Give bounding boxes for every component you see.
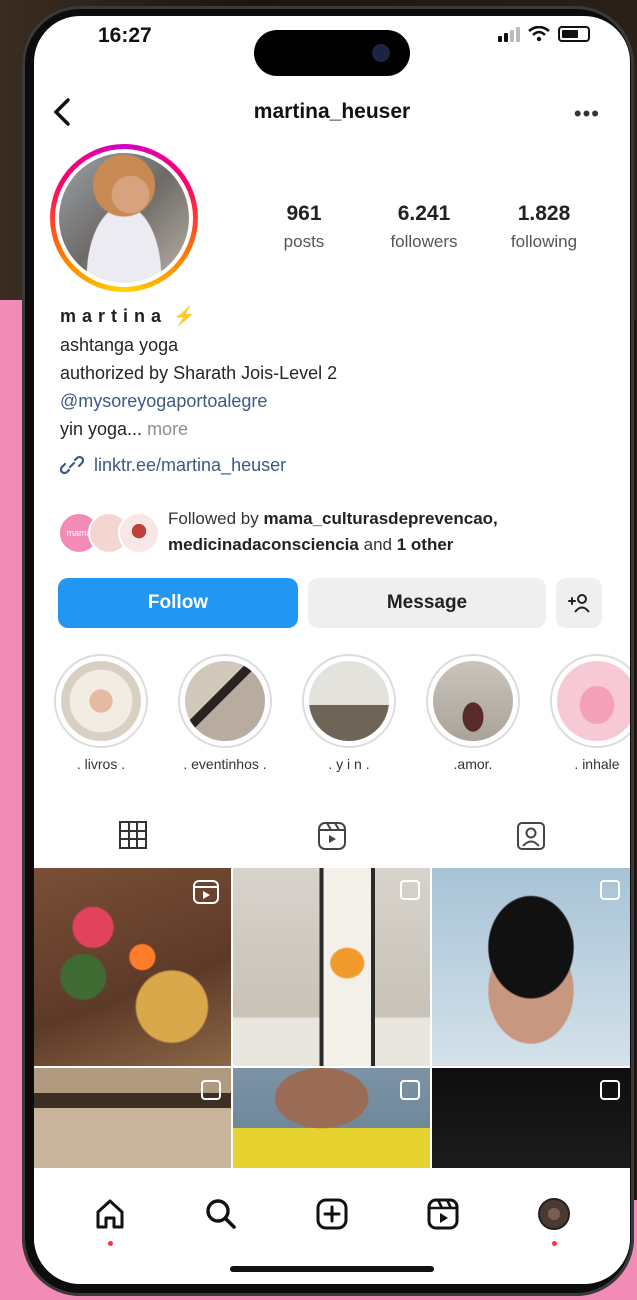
highlight-label: .amor. [453, 756, 493, 772]
home-icon [96, 1199, 124, 1229]
avatar-photo [59, 153, 189, 283]
follow-button[interactable]: Follow [58, 578, 298, 628]
highlight-livros[interactable]: . livros . [54, 654, 148, 772]
post-thumbnail[interactable] [233, 1068, 430, 1168]
post-thumbnail[interactable] [432, 1068, 630, 1168]
status-icons [498, 26, 590, 42]
highlight-cover [557, 661, 630, 741]
stat-label: followers [390, 232, 458, 251]
post-thumbnail[interactable] [34, 868, 231, 1066]
profile-icon [538, 1198, 571, 1230]
followed-user: mama_culturasdeprevencao, [263, 509, 498, 528]
message-button[interactable]: Message [308, 578, 546, 628]
highlight-cover [433, 661, 513, 741]
nav-search[interactable] [199, 1192, 243, 1236]
suggest-people-button[interactable] [556, 578, 602, 628]
followed-by-text: Followed by mama_culturasdeprevencao, me… [168, 506, 618, 558]
profile-username: martina_heuser [253, 100, 411, 123]
add-person-icon [568, 594, 590, 613]
display-name-text: martina [60, 306, 168, 326]
tab-posts[interactable] [34, 806, 233, 866]
battery-icon [558, 26, 590, 42]
phone-screen: 16:27 martina_heuser ••• 961 posts 6.241… [34, 16, 630, 1284]
carousel-badge-icon [201, 1080, 221, 1100]
carousel-badge-icon [400, 1080, 420, 1100]
highlight-amor[interactable]: .amor. [426, 654, 520, 772]
notification-dot [552, 1241, 558, 1246]
dynamic-island [254, 30, 410, 76]
bio-mention-link[interactable]: @mysoreyogaportoalegre [60, 391, 620, 411]
stat-following[interactable]: 1.828 following [484, 202, 604, 252]
status-time: 16:27 [98, 24, 152, 47]
nav-profile[interactable] [532, 1192, 576, 1246]
stat-label: following [510, 232, 578, 251]
notification-dot [107, 1241, 113, 1246]
profile-actions: Follow Message [58, 578, 602, 628]
highlight-cover [309, 661, 389, 741]
signal-icon [498, 27, 520, 42]
follower-avatar [118, 512, 160, 554]
nav-home[interactable] [88, 1192, 132, 1246]
carousel-badge-icon [600, 1080, 620, 1100]
carousel-badge-icon [600, 880, 620, 900]
link-icon [60, 455, 84, 475]
carousel-badge-icon [400, 880, 420, 900]
profile-tabs [34, 806, 630, 866]
stat-label: posts [283, 232, 325, 251]
highlight-eventinhos[interactable]: . eventinhos . [178, 654, 272, 772]
camera-icon [372, 44, 390, 62]
stat-value: 961 [286, 202, 322, 225]
stat-posts[interactable]: 961 posts [244, 202, 364, 252]
search-icon [206, 1199, 236, 1229]
reels-icon [318, 822, 346, 850]
followed-by[interactable]: mama Followed by mama_culturasdeprevenca… [58, 506, 618, 560]
highlight-cover [61, 661, 141, 741]
highlight-yin[interactable]: . y i n . [302, 654, 396, 772]
story-highlights: . livros . . eventinhos . . y i n . .amo… [54, 654, 630, 772]
link-text: linktr.ee/martina_heuser [94, 454, 287, 475]
bottom-navigation [34, 1168, 630, 1284]
highlight-label: . inhale [574, 756, 620, 772]
post-thumbnail[interactable] [233, 868, 430, 1066]
tab-tagged[interactable] [431, 806, 630, 866]
lightning-icon: ⚡ [173, 306, 196, 326]
highlight-label: . eventinhos . [183, 756, 267, 772]
home-indicator [230, 1266, 434, 1272]
tagged-icon [516, 822, 545, 850]
bio-line: authorized by Sharath Jois-Level 2 [60, 363, 338, 383]
create-icon [316, 1198, 348, 1230]
bio-line-truncated: yin yoga... more [60, 419, 620, 439]
highlight-cover [185, 661, 265, 741]
profile-avatar[interactable] [50, 144, 198, 292]
stat-followers[interactable]: 6.241 followers [364, 202, 484, 252]
followed-prefix: Followed by [168, 509, 259, 528]
post-thumbnail[interactable] [34, 1068, 231, 1168]
bio-more-link[interactable]: more [147, 419, 188, 439]
stat-value: 6.241 [397, 202, 451, 225]
external-link[interactable]: linktr.ee/martina_heuser [60, 453, 620, 477]
posts-grid [34, 868, 630, 1168]
bio-line: ashtanga yoga [60, 335, 179, 355]
followed-and: and [363, 535, 392, 554]
more-options-icon[interactable]: ••• [574, 103, 600, 125]
nav-create[interactable] [310, 1192, 354, 1236]
wifi-icon [528, 26, 550, 42]
profile-bio: martina ⚡ ashtanga yoga authorized by Sh… [60, 306, 620, 477]
grid-icon [119, 821, 148, 849]
highlight-label: . y i n . [328, 756, 370, 772]
bio-truncated-text: yin yoga... [60, 419, 143, 439]
profile-stats: 961 posts 6.241 followers 1.828 followin… [244, 202, 604, 252]
highlight-inhale[interactable]: . inhale [550, 654, 630, 772]
followed-user: medicinadaconsciencia [168, 535, 359, 554]
nav-reels[interactable] [421, 1192, 465, 1236]
bio-display-name: martina ⚡ [60, 306, 620, 327]
reel-badge-icon [193, 880, 219, 904]
post-thumbnail[interactable] [432, 868, 630, 1066]
profile-header: martina_heuser ••• [34, 88, 630, 138]
followed-other: 1 other [396, 535, 454, 554]
highlight-label: . livros . [76, 756, 126, 772]
tab-reels[interactable] [233, 806, 432, 866]
reels-icon [427, 1198, 459, 1230]
stat-value: 1.828 [517, 202, 571, 225]
